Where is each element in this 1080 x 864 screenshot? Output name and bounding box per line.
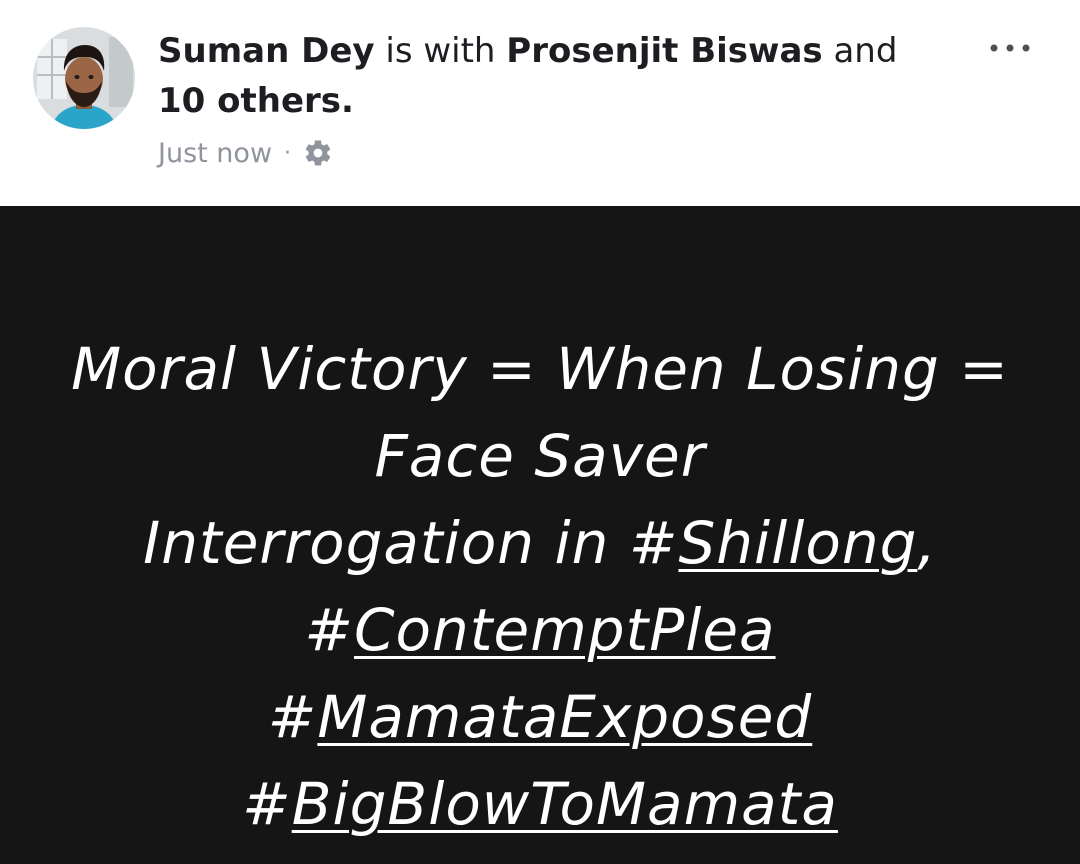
post-line-3-suffix: , [917,509,937,577]
avatar[interactable] [33,27,135,129]
hashtag-contemptplea[interactable]: ContemptPlea [354,596,776,664]
post-text-background: Moral Victory = When Losing = Face Saver… [0,206,1080,864]
hash-symbol: # [242,770,292,838]
profile-photo [33,27,135,129]
hash-symbol: # [267,683,318,751]
post-line-1: Moral Victory = When Losing = [71,335,1009,403]
author-line-period: . [341,81,354,121]
hashtag-mamataexposed[interactable]: MamataExposed [317,683,812,751]
post-line-3-prefix: Interrogation in [143,509,629,577]
post-screen: Suman Dey is with Prosenjit Biswas and 1… [0,0,1080,864]
hashtag-bigblowtomamata[interactable]: BigBlowToMamata [292,770,838,838]
hash-symbol: # [628,509,679,577]
post-line-5: #MamataExposed [40,674,1040,761]
post-options-button[interactable] [980,28,1040,68]
post-line-4: #ContemptPlea [40,587,1040,674]
post-text: Moral Victory = When Losing = Face Saver… [40,326,1040,848]
hashtag-shillong[interactable]: Shillong [678,509,917,577]
post-header: Suman Dey is with Prosenjit Biswas and 1… [0,0,1080,206]
post-line-3: Interrogation in #Shillong, [40,500,1040,587]
with-text: is with [385,31,496,71]
and-text: and [833,31,898,71]
meta-separator: · [284,140,292,166]
post-author-line: Suman Dey is with Prosenjit Biswas and 1… [158,26,948,126]
post-meta: Just now · [158,132,335,174]
post-timestamp[interactable]: Just now [158,138,272,169]
hash-symbol: # [304,596,355,664]
others-link[interactable]: 10 others [158,81,341,121]
more-horizontal-icon [990,44,1030,52]
tagged-name-link[interactable]: Prosenjit Biswas [506,31,822,71]
gear-icon[interactable] [301,136,335,170]
post-line-2: Face Saver [374,422,706,490]
author-name-link[interactable]: Suman Dey [158,31,375,71]
post-line-6: #BigBlowToMamata [40,761,1040,848]
